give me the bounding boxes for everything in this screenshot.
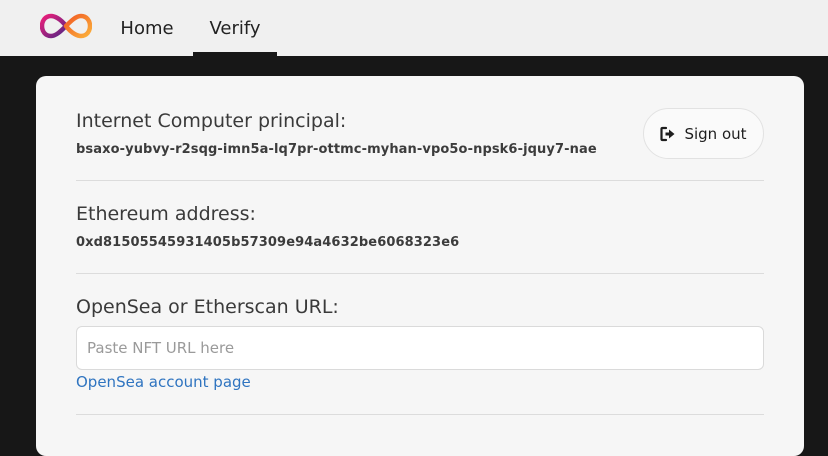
top-navigation-bar: Home Verify xyxy=(0,0,828,56)
sign-out-icon xyxy=(660,126,675,141)
ethereum-label: Ethereum address: xyxy=(76,203,256,225)
nft-url-label: OpenSea or Etherscan URL: xyxy=(76,296,339,318)
infinity-logo-icon[interactable] xyxy=(40,12,92,40)
nav-home-link[interactable]: Home xyxy=(110,0,184,56)
sign-out-label: Sign out xyxy=(684,124,747,143)
ethereum-address-value: 0xd81505545931405b57309e94a4632be6068323… xyxy=(76,235,460,250)
divider xyxy=(76,414,764,415)
sign-out-button[interactable]: Sign out xyxy=(643,108,764,159)
principal-label: Internet Computer principal: xyxy=(76,110,347,132)
principal-value: bsaxo-yubvy-r2sqg-imn5a-lq7pr-ottmc-myha… xyxy=(76,142,597,157)
opensea-account-link[interactable]: OpenSea account page xyxy=(76,373,251,391)
divider xyxy=(76,180,764,181)
nft-url-input[interactable] xyxy=(76,326,764,370)
verification-card: Internet Computer principal: bsaxo-yubvy… xyxy=(36,76,804,456)
nav-verify-link[interactable]: Verify xyxy=(193,0,277,56)
divider xyxy=(76,273,764,274)
